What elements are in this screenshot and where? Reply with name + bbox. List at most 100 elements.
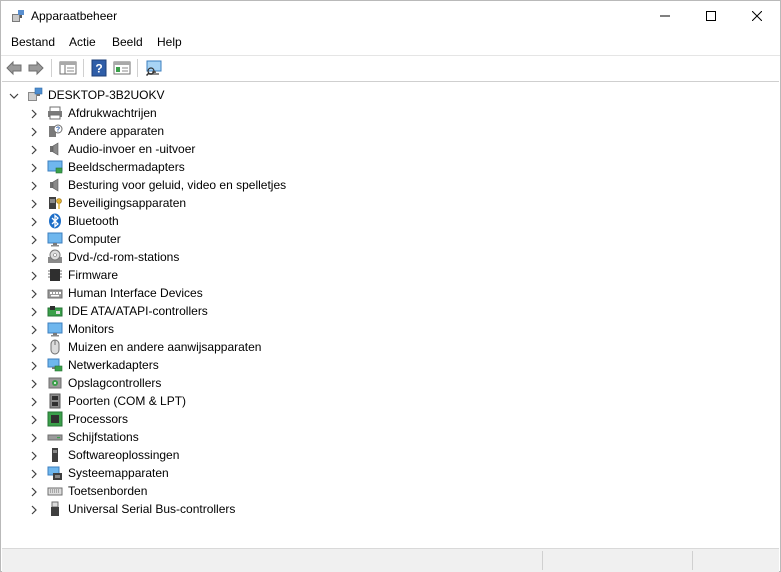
tree-category-node[interactable]: Besturing voor geluid, video en spelletj… [29, 176, 286, 194]
tree-category-node[interactable]: Softwareoplossingen [29, 446, 179, 464]
tree-category-node[interactable]: Computer [29, 230, 121, 248]
tree-category-node[interactable]: Afdrukwachtrijen [29, 104, 157, 122]
tree-category-node[interactable]: Dvd-/cd-rom-stations [29, 248, 179, 266]
chevron-right-icon[interactable] [29, 216, 39, 227]
tree-category-node[interactable]: Beveiligingsapparaten [29, 194, 186, 212]
tree-category-node[interactable]: Universal Serial Bus-controllers [29, 500, 235, 518]
chevron-right-icon[interactable] [29, 252, 39, 263]
tree-category-node[interactable]: Muizen en andere aanwijsapparaten [29, 338, 261, 356]
storage-controller-icon [47, 375, 63, 391]
tree-category-node[interactable]: IDE ATA/ATAPI-controllers [29, 302, 208, 320]
chevron-right-icon[interactable] [29, 162, 39, 173]
chevron-right-icon[interactable] [29, 360, 39, 371]
tree-category-label: Systeemapparaten [68, 466, 169, 480]
tree-category-label: Monitors [68, 322, 115, 336]
chevron-right-icon[interactable] [29, 306, 39, 317]
processor-icon [47, 411, 63, 427]
minimize-button[interactable] [642, 1, 688, 31]
properties-icon[interactable] [113, 59, 131, 77]
minimize-icon [660, 15, 670, 17]
chevron-right-icon[interactable] [29, 414, 39, 425]
hid-icon [47, 285, 63, 301]
chevron-right-icon[interactable] [29, 450, 39, 461]
device-manager-app-icon [10, 8, 26, 24]
tree-category-label: Toetsenborden [68, 484, 148, 498]
tree-category-label: Poorten (COM & LPT) [68, 394, 187, 408]
tree-category-label: Audio-invoer en -uitvoer [68, 142, 196, 156]
back-icon[interactable] [5, 59, 23, 77]
svg-text:?: ? [95, 62, 102, 76]
chevron-right-icon[interactable] [29, 486, 39, 497]
chevron-right-icon[interactable] [29, 342, 39, 353]
tree-category-label: Besturing voor geluid, video en spelletj… [68, 178, 287, 192]
monitor-icon [47, 321, 63, 337]
tree-category-node[interactable]: Systeemapparaten [29, 464, 169, 482]
tree-category-node[interactable]: Monitors [29, 320, 114, 338]
tree-category-node[interactable]: Netwerkadapters [29, 356, 159, 374]
security-key-icon [47, 195, 63, 211]
chevron-right-icon[interactable] [29, 504, 39, 515]
display-adapter-icon [47, 159, 63, 175]
computer-icon [47, 231, 63, 247]
toolbar-separator [51, 59, 52, 77]
close-icon [752, 11, 762, 21]
svg-text:?: ? [56, 127, 60, 134]
menu-beeld[interactable]: Beeld [112, 35, 143, 49]
speaker-icon [47, 141, 63, 157]
tree-category-label: Beveiligingsapparaten [68, 196, 187, 210]
tree-category-node[interactable]: Schijfstations [29, 428, 139, 446]
chevron-right-icon[interactable] [29, 378, 39, 389]
tree-category-node[interactable]: Human Interface Devices [29, 284, 203, 302]
chevron-right-icon[interactable] [29, 180, 39, 191]
port-icon [47, 393, 63, 409]
status-separator [692, 551, 693, 570]
title-bar[interactable]: Apparaatbeheer [1, 1, 780, 31]
menu-help[interactable]: Help [157, 35, 182, 49]
tree-category-node[interactable]: Firmware [29, 266, 118, 284]
firmware-chip-icon [47, 267, 63, 283]
tree-category-node[interactable]: Bluetooth [29, 212, 119, 230]
scan-hardware-icon[interactable] [145, 59, 163, 77]
ide-controller-icon [47, 303, 63, 319]
tree-root-node[interactable]: DESKTOP-3B2UOKV [9, 86, 164, 104]
tree-root-label: DESKTOP-3B2UOKV [48, 88, 165, 102]
maximize-button[interactable] [688, 1, 734, 31]
chevron-right-icon[interactable] [29, 234, 39, 245]
forward-icon[interactable] [27, 59, 45, 77]
chevron-right-icon[interactable] [29, 198, 39, 209]
bluetooth-icon [47, 213, 63, 229]
menu-bestand[interactable]: Bestand [11, 35, 55, 49]
tree-category-node[interactable]: Processors [29, 410, 128, 428]
disc-drive-icon [47, 249, 63, 265]
close-button[interactable] [734, 1, 780, 31]
chevron-right-icon[interactable] [29, 396, 39, 407]
chevron-right-icon[interactable] [29, 468, 39, 479]
chevron-right-icon[interactable] [29, 432, 39, 443]
tree-category-label: Schijfstations [68, 430, 139, 444]
chevron-right-icon[interactable] [29, 288, 39, 299]
help-icon[interactable]: ? [90, 59, 108, 77]
toolbar-separator [137, 59, 138, 77]
chevron-right-icon[interactable] [29, 108, 39, 119]
chevron-down-icon[interactable] [9, 90, 19, 100]
chevron-right-icon[interactable] [29, 144, 39, 155]
show-hide-console-tree-icon[interactable] [59, 59, 77, 77]
tree-category-node[interactable]: Opslagcontrollers [29, 374, 161, 392]
chevron-right-icon[interactable] [29, 324, 39, 335]
tree-category-node[interactable]: Beeldschermadapters [29, 158, 185, 176]
tree-category-node[interactable]: Audio-invoer en -uitvoer [29, 140, 195, 158]
tree-category-node[interactable]: Toetsenborden [29, 482, 147, 500]
status-separator [542, 551, 543, 570]
tree-category-label: Bluetooth [68, 214, 119, 228]
tree-category-node[interactable]: ? Andere apparaten [29, 122, 164, 140]
chevron-right-icon[interactable] [29, 270, 39, 281]
device-tree[interactable]: DESKTOP-3B2UOKV Afdrukwachtrijen? Andere … [2, 81, 779, 548]
toolbar-separator [83, 59, 84, 77]
menu-actie[interactable]: Actie [69, 35, 96, 49]
tree-category-label: IDE ATA/ATAPI-controllers [68, 304, 208, 318]
chevron-right-icon[interactable] [29, 126, 39, 137]
keyboard-icon [47, 483, 63, 499]
tree-category-node[interactable]: Poorten (COM & LPT) [29, 392, 186, 410]
toolbar: ? [1, 55, 780, 80]
printer-icon [47, 105, 63, 121]
